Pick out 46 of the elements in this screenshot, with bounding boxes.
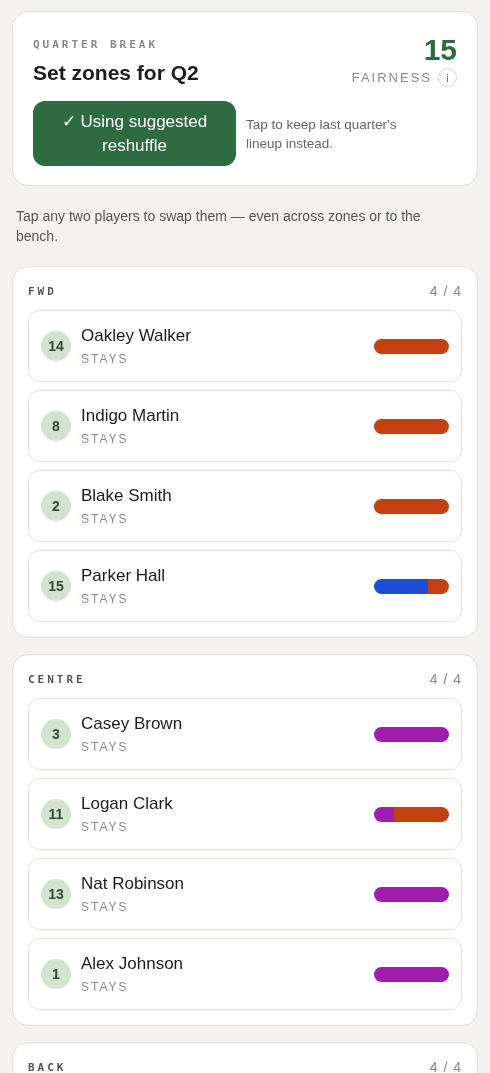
player-status: STAYS [81,820,130,834]
player-row[interactable]: 3 Casey Brown STAYS [28,698,462,770]
player-name: Nat Robinson [81,874,185,894]
player-name: Blake Smith [81,486,173,506]
player-name: Logan Clark [81,794,174,814]
player-row[interactable]: 14 Oakley Walker STAYS [28,310,462,382]
player-status: STAYS [81,592,130,606]
player-number: 15 [41,571,71,601]
player-status: STAYS [81,740,130,754]
player-name: Alex Johnson [81,954,185,974]
instruction-text: Tap any two players to swap them — even across zones or to the bench. [16,207,422,246]
player-number: 14 [41,331,71,361]
player-status: STAYS [81,900,130,914]
fairness-label: FAIRNESS [351,70,432,85]
player-row[interactable]: 15 Parker Hall STAYS [28,550,462,622]
player-status: STAYS [81,512,130,526]
player-number: 1 [41,959,71,989]
player-number: 3 [41,719,71,749]
player-row[interactable]: 1 Alex Johnson STAYS [28,938,462,1010]
player-status: STAYS [81,432,130,446]
fairness-score: 15 [423,34,457,66]
player-status: STAYS [81,352,130,366]
eyebrow-label: QUARTER BREAK [33,38,160,51]
zone-count: 4 / 4 [429,283,462,299]
player-name: Casey Brown [81,714,184,734]
player-name: Parker Hall [81,566,167,586]
player-row[interactable]: 13 Nat Robinson STAYS [28,858,462,930]
page-title: Set zones for Q2 [33,61,199,85]
player-number: 13 [41,879,71,909]
player-number: 11 [41,799,71,829]
zone-name: BACK [28,1060,67,1073]
zone-name: CENTRE [28,672,86,686]
zone-count: 4 / 4 [429,1059,462,1073]
reshuffle-toggle[interactable]: ✓ Using suggested reshuffle [33,101,236,166]
player-row[interactable]: 11 Logan Clark STAYS [28,778,462,850]
player-name: Oakley Walker [81,326,192,346]
player-row[interactable]: 8 Indigo Martin STAYS [28,390,462,462]
zone-count: 4 / 4 [429,671,462,687]
toggle-hint: Tap to keep last quarter's lineup instead. [246,115,398,153]
player-row[interactable]: 2 Blake Smith STAYS [28,470,462,542]
info-button[interactable]: i [438,68,457,87]
player-number: 8 [41,411,71,441]
zone-name: FWD [28,284,57,298]
player-name: Indigo Martin [81,406,181,426]
player-number: 2 [41,491,71,521]
player-status: STAYS [81,980,130,994]
